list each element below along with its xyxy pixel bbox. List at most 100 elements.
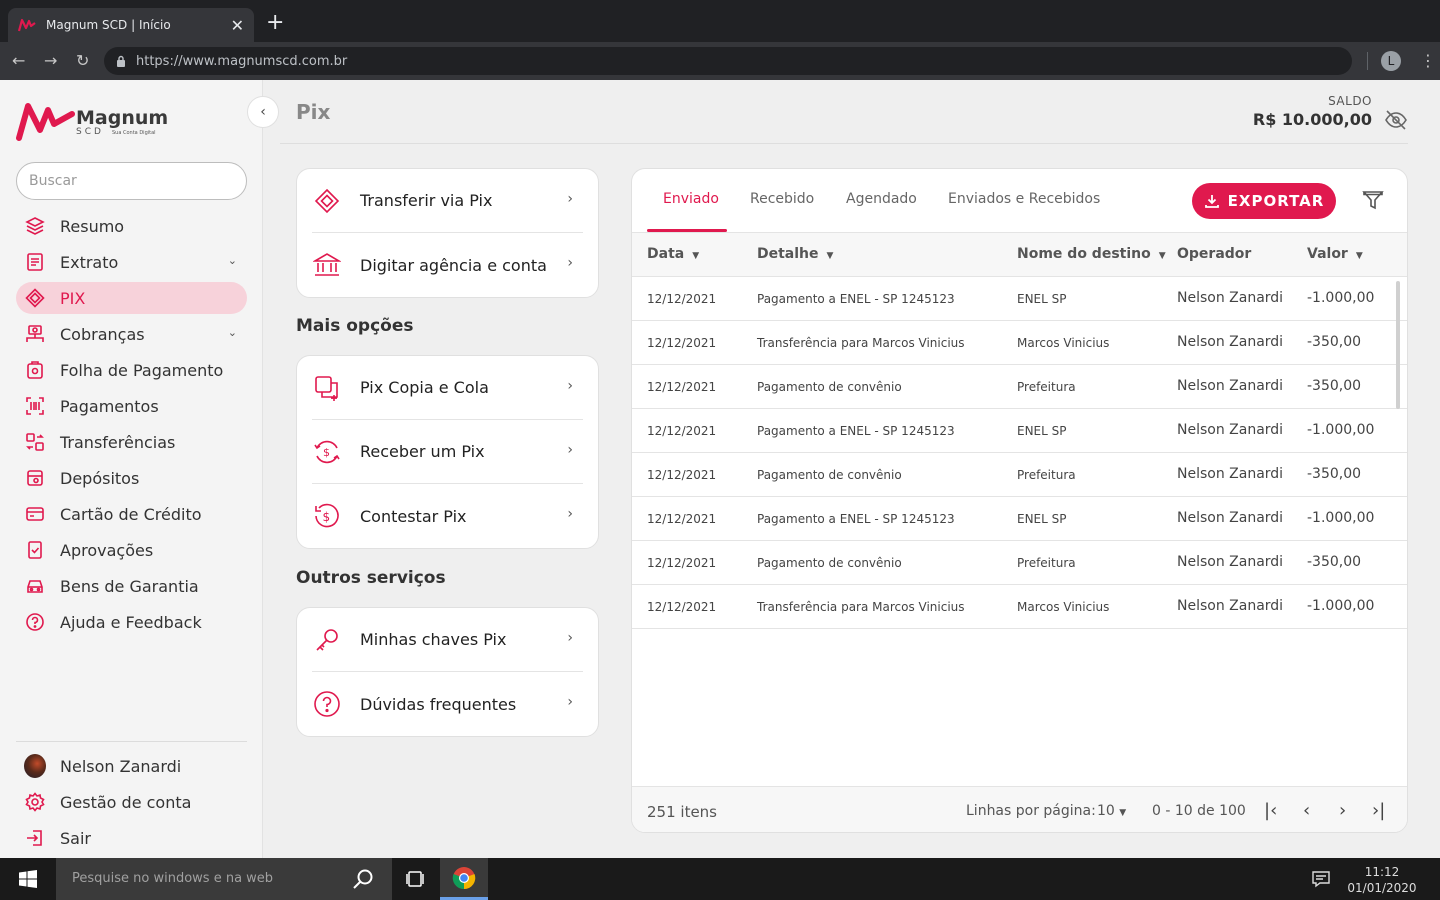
chevron-right-icon: › (567, 630, 573, 646)
sidebar-item-ajuda[interactable]: Ajuda e Feedback (16, 606, 247, 638)
cell-data: 12/12/2021 (647, 600, 717, 614)
sidebar-item-bens[interactable]: Bens de Garantia (16, 570, 247, 602)
back-icon[interactable]: ← (12, 51, 25, 70)
sidebar-item-cartao[interactable]: Cartão de Crédito (16, 498, 247, 530)
eye-off-icon[interactable] (1384, 108, 1408, 132)
table-header: Data ▼ Detalhe ▼ Nome do destino ▼ Operador… (632, 233, 1407, 277)
column-header-valor[interactable]: Valor ▼ (1307, 246, 1363, 262)
filter-icon[interactable] (1362, 189, 1384, 211)
page-title: Pix (296, 100, 331, 124)
magnum-logo[interactable]: Magnum SCD Sua Conta Digital (16, 100, 169, 144)
sidebar-item-label: Resumo (60, 216, 125, 236)
last-page-icon[interactable]: ›| (1372, 800, 1385, 821)
sidebar-item-pix[interactable]: PIX (16, 282, 247, 314)
user-profile[interactable]: Nelson Zanardi (16, 750, 247, 782)
agency-account-item[interactable]: Digitar agência e conta › (312, 233, 583, 297)
logout-label: Sair (60, 828, 91, 848)
new-tab-icon[interactable]: + (266, 12, 284, 34)
chrome-taskbar-button[interactable] (440, 858, 488, 900)
duvidas-item[interactable]: Dúvidas frequentes › (312, 672, 583, 736)
browser-tab-title: Magnum SCD | Início (46, 18, 171, 32)
reload-icon[interactable]: ↻ (76, 51, 89, 70)
export-label: EXPORTAR (1227, 192, 1325, 210)
taskbar: Pesquise no windows e na web 11:12 01/01… (0, 858, 1440, 900)
transfer-pix-item[interactable]: Transferir via Pix › (312, 169, 583, 233)
svg-text:$: $ (323, 446, 330, 459)
table-scrollbar[interactable] (1396, 281, 1400, 409)
minhas-chaves-item[interactable]: Minhas chaves Pix › (312, 608, 583, 672)
tab-agendado[interactable]: Agendado (846, 191, 917, 207)
column-header-destino[interactable]: Nome do destino ▼ (1017, 246, 1166, 262)
receive-money-icon: $ (312, 437, 342, 467)
table-row[interactable]: 12/12/2021 Pagamento a ENEL - SP 1245123… (632, 277, 1407, 321)
cell-detalhe: Pagamento de convênio (757, 380, 902, 394)
help-icon (24, 611, 46, 633)
credit-card-icon (24, 503, 46, 525)
notification-icon[interactable] (1311, 869, 1331, 889)
tab-enviado[interactable]: Enviado (663, 191, 719, 207)
sidebar-item-resumo[interactable]: Resumo (16, 210, 247, 242)
table-row[interactable]: 12/12/2021 Pagamento a ENEL - SP 1245123… (632, 497, 1407, 541)
sidebar-item-label: Folha de Pagamento (60, 360, 224, 380)
tab-enviados-recebidos[interactable]: Enviados e Recebidos (948, 191, 1100, 207)
card-item-label: Dúvidas frequentes (360, 694, 517, 714)
table-row[interactable]: 12/12/2021 Pagamento a ENEL - SP 1245123… (632, 409, 1407, 453)
forward-icon[interactable]: → (44, 51, 57, 70)
rows-per-page-select[interactable]: 10 ▼ (1097, 803, 1126, 819)
table-row[interactable]: 12/12/2021 Transferência para Marcos Vin… (632, 585, 1407, 629)
user-name: Nelson Zanardi (60, 756, 182, 776)
table-row[interactable]: 12/12/2021 Pagamento de convênio Prefeit… (632, 453, 1407, 497)
sidebar-item-pagamentos[interactable]: Pagamentos (16, 390, 247, 422)
sidebar-item-label: Bens de Garantia (60, 576, 199, 596)
next-page-icon[interactable]: › (1339, 800, 1346, 821)
taskbar-search-input[interactable]: Pesquise no windows e na web (56, 858, 392, 900)
table-row[interactable]: 12/12/2021 Pagamento de convênio Prefeit… (632, 365, 1407, 409)
sidebar-item-folha[interactable]: Folha de Pagamento (16, 354, 247, 386)
sidebar: Magnum SCD Sua Conta Digital Resumo Extr… (0, 80, 263, 858)
key-icon (312, 625, 342, 655)
column-header-detalhe[interactable]: Detalhe ▼ (757, 246, 833, 262)
account-settings-item[interactable]: Gestão de conta (16, 786, 247, 818)
column-header-operador[interactable]: Operador (1177, 246, 1251, 262)
windows-start-icon[interactable] (19, 870, 37, 888)
sidebar-item-cobrancas[interactable]: Cobranças ⌄ (16, 318, 247, 350)
contestar-pix-item[interactable]: $ Contestar Pix › (312, 484, 583, 548)
close-tab-icon[interactable]: ✕ (231, 16, 244, 35)
table-row[interactable]: 12/12/2021 Transferência para Marcos Vin… (632, 321, 1407, 365)
tab-recebido[interactable]: Recebido (750, 191, 814, 207)
copy-icon (312, 373, 342, 403)
sidebar-item-extrato[interactable]: Extrato ⌄ (16, 246, 247, 278)
cell-valor: -1.000,00 (1307, 422, 1375, 438)
cell-operador: Nelson Zanardi (1177, 422, 1284, 438)
export-button[interactable]: EXPORTAR (1192, 183, 1336, 219)
logout-item[interactable]: Sair (16, 822, 247, 854)
taskbar-clock[interactable]: 11:12 01/01/2020 (1340, 864, 1424, 896)
pix-copia-cola-item[interactable]: Pix Copia e Cola › (312, 356, 583, 420)
chevron-down-icon[interactable]: ⌄ (228, 254, 237, 267)
task-view-icon[interactable] (406, 870, 424, 888)
profile-avatar[interactable]: L (1381, 51, 1401, 71)
transactions-panel: Enviado Recebido Agendado Enviados e Rec… (631, 168, 1408, 833)
browser-tab[interactable]: Magnum SCD | Início ✕ (8, 8, 254, 42)
column-label: Detalhe (757, 246, 819, 262)
sidebar-item-depositos[interactable]: Depósitos (16, 462, 247, 494)
logo-name: Magnum (76, 107, 169, 129)
column-header-data[interactable]: Data ▼ (647, 246, 699, 262)
table-row[interactable]: 12/12/2021 Pagamento de convênio Prefeit… (632, 541, 1407, 585)
rows-per-page-label: Linhas por página: (966, 803, 1096, 819)
bank-icon (312, 250, 342, 280)
collapse-sidebar-button[interactable]: ‹ (247, 96, 279, 128)
search-input[interactable] (16, 162, 247, 200)
sidebar-item-aprovacoes[interactable]: Aprovações (16, 534, 247, 566)
url-field[interactable]: https://www.magnumscd.com.br (104, 47, 1352, 75)
gear-icon (24, 791, 46, 813)
browser-menu-icon[interactable]: ⋮ (1420, 51, 1436, 70)
billing-icon (24, 323, 46, 345)
prev-page-icon[interactable]: ‹ (1303, 800, 1310, 821)
chevron-left-icon: ‹ (260, 104, 266, 120)
receber-pix-item[interactable]: $ Receber um Pix › (312, 420, 583, 484)
chevron-down-icon[interactable]: ⌄ (228, 326, 237, 339)
magnum-favicon-icon (18, 18, 36, 32)
first-page-icon[interactable]: |‹ (1264, 800, 1277, 821)
sidebar-item-transferencias[interactable]: Transferências (16, 426, 247, 458)
